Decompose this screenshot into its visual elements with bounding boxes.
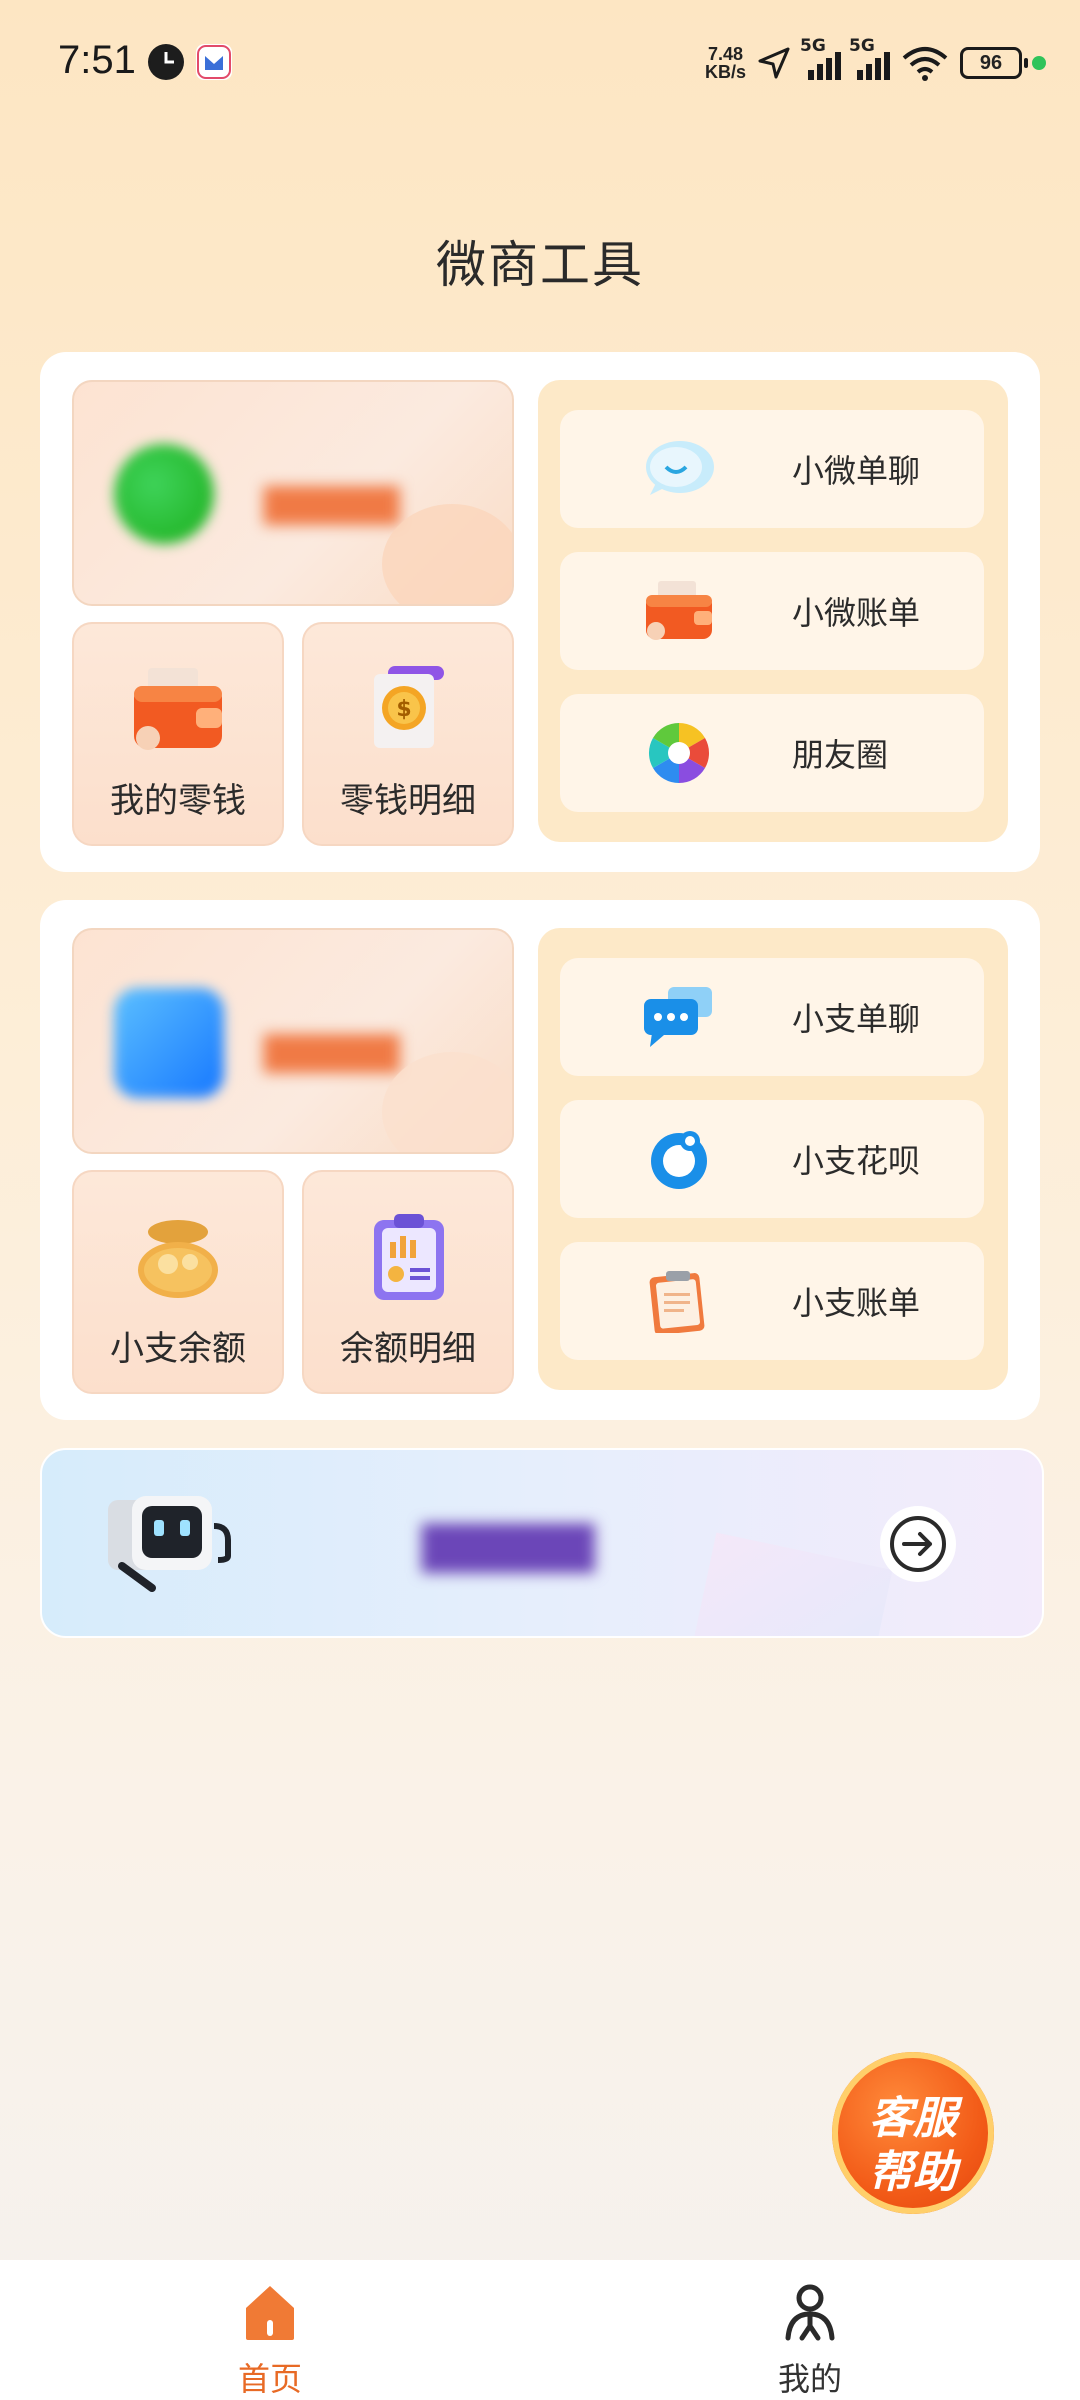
location-arrow-icon [758,47,790,79]
nav-home[interactable]: 首页 [170,2274,370,2398]
wechat-single-chat-item[interactable]: 小微单聊 [560,410,984,528]
balance-details-tile[interactable]: 余额明细 [302,1170,514,1394]
banner-blurred-title: ▆▆▆▆ [422,1508,595,1573]
network-speed: 7.48 KB/s [705,45,746,81]
bottom-navigation: 首页 我的 [0,2260,1080,2400]
robot-icon [108,1496,231,1592]
clock-app-icon [148,44,184,80]
notification-app-icon [196,44,232,80]
clipboard-icon [649,1271,705,1333]
huabei-label: 小支花呗 [792,1142,921,1180]
alipay-tools-card: ▆▆▆▆ 小支余额 余额明细 小支单聊 小支花呗 小支账单 [40,900,1040,1420]
alipay-balance-label: 小支余额 [110,1329,246,1369]
chat-bubble-icon [646,441,714,495]
wallet-icon [646,581,712,640]
wechat-tools-card: ▆▆▆▆ 我的零钱 $ 零钱明细 小微单聊 小微账单 朋友圈 [40,352,1040,872]
my-change-tile[interactable]: 我的零钱 [72,622,284,846]
alipay-bill-item[interactable]: 小支账单 [560,1242,984,1360]
camera-aperture-icon [648,723,710,783]
svg-text:$: $ [396,697,411,722]
huabei-icon [651,1131,707,1189]
wallet-icon [134,668,222,750]
arrow-right-circle-icon[interactable] [880,1506,956,1582]
home-icon [246,2286,294,2340]
person-icon [785,2284,835,2341]
robot-promo-banner[interactable]: ▆▆▆▆ [40,1448,1044,1638]
wechat-bill-label: 小微账单 [792,594,921,632]
wechat-single-chat-label: 小微单聊 [792,452,921,490]
change-details-label: 零钱明细 [340,781,476,821]
battery-indicator: 96 [960,47,1028,79]
money-bag-icon [138,1220,218,1298]
moments-item[interactable]: 朋友圈 [560,694,984,812]
status-bar: 7:51 7.48 KB/s 5G 5G 96 [0,0,1080,120]
signal-5g-1-icon: 5G [800,36,841,80]
network-speed-value: 7.48 [707,44,744,64]
wechat-logo-icon [114,444,214,544]
alipay-bill-label: 小支账单 [792,1284,921,1322]
alipay-logo-icon [114,988,224,1098]
clipboard-chart-icon [374,1214,444,1300]
help-button-line2: 帮助 [869,2147,957,2198]
wechat-bill-item[interactable]: 小微账单 [560,552,984,670]
wifi-icon [902,47,948,81]
wechat-hero-blurred-title: ▆▆▆▆ [264,474,400,525]
status-icons: 7.48 KB/s 5G 5G 96 [705,36,1046,88]
ribbon-decoration-icon [382,1052,512,1152]
receipt-coin-icon: $ [374,666,444,748]
nav-mine[interactable]: 我的 [710,2274,910,2398]
alipay-single-chat-label: 小支单聊 [792,1000,921,1038]
signal-1-label: 5G [800,36,826,56]
moments-label: 朋友圈 [792,736,889,774]
alipay-hero-blurred-title: ▆▆▆▆ [264,1022,400,1073]
alipay-side-panel: 小支单聊 小支花呗 小支账单 [538,928,1008,1390]
nav-mine-label: 我的 [777,2360,842,2398]
nav-home-label: 首页 [237,2360,302,2398]
chat-dots-icon [644,987,712,1047]
privacy-indicator-dot [1032,56,1046,70]
signal-5g-2-icon: 5G [849,36,890,80]
signal-2-label: 5G [849,36,875,56]
glass-cube-decoration [691,1532,893,1636]
wechat-side-panel: 小微单聊 小微账单 朋友圈 [538,380,1008,842]
alipay-balance-tile[interactable]: 小支余额 [72,1170,284,1394]
network-speed-unit: KB/s [704,62,746,82]
page-title: 微商工具 [436,236,644,294]
status-time: 7:51 [58,38,136,82]
change-details-tile[interactable]: $ 零钱明细 [302,622,514,846]
balance-details-label: 余额明细 [340,1329,476,1369]
huabei-item[interactable]: 小支花呗 [560,1100,984,1218]
customer-service-help-button[interactable]: 客服 帮助 [832,2052,994,2214]
chat-bubble-decoration-icon [382,504,512,604]
wechat-hero-banner[interactable]: ▆▆▆▆ [72,380,514,606]
alipay-hero-banner[interactable]: ▆▆▆▆ [72,928,514,1154]
alipay-single-chat-item[interactable]: 小支单聊 [560,958,984,1076]
my-change-label: 我的零钱 [110,781,246,821]
